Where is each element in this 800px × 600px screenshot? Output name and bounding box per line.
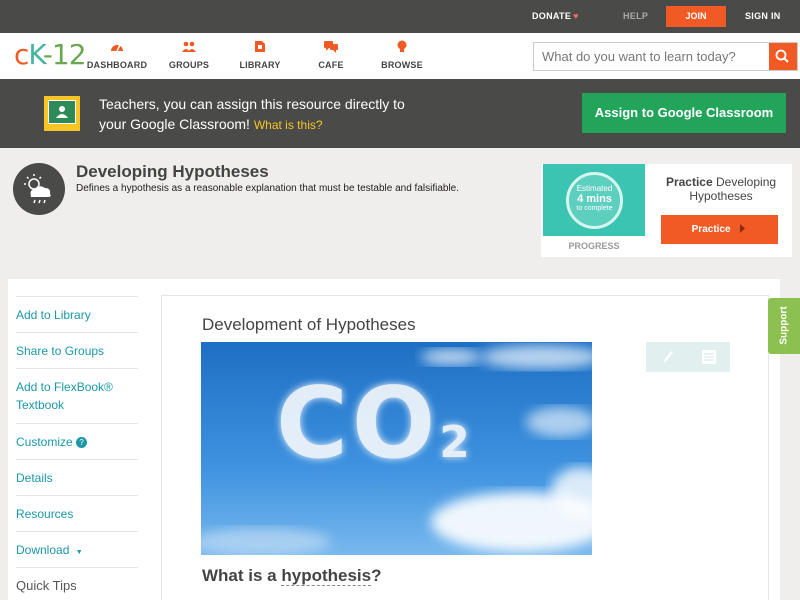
sidebar-item-details[interactable]: Details <box>16 459 138 487</box>
search-icon <box>775 49 789 63</box>
what-is-this-link[interactable]: What is this? <box>254 118 323 132</box>
nav-library[interactable]: LIBRARY <box>225 40 295 70</box>
donate-label: DONATE <box>532 11 572 21</box>
notes-icon <box>702 350 716 364</box>
classroom-message-line1: Teachers, you can assign this resource d… <box>99 96 405 112</box>
help-link[interactable]: HELP <box>623 11 648 21</box>
ck12-logo[interactable]: cK-12 <box>14 38 87 71</box>
notes-tool[interactable] <box>688 342 730 372</box>
search-button[interactable] <box>769 43 797 70</box>
estimated-time-badge: Estimated 4 mins to complete <box>566 172 623 229</box>
logo-c: c <box>14 38 29 71</box>
nav-label: CAFE <box>318 60 344 70</box>
sign-in-link[interactable]: SIGN IN <box>745 11 781 21</box>
sidebar-item-share-to-groups[interactable]: Share to Groups <box>16 332 138 360</box>
concept-title: Developing Hypotheses <box>76 162 269 181</box>
cafe-icon <box>324 41 338 53</box>
heading-pre: What is a <box>202 566 277 585</box>
lesson-title: Development of Hypotheses <box>202 315 416 334</box>
caret-down-icon: ▼ <box>75 549 83 556</box>
practice-progress-image: Estimated 4 mins to complete <box>543 164 645 236</box>
hypothesis-term-link[interactable]: hypothesis <box>281 566 372 586</box>
nav-label: GROUPS <box>168 60 210 70</box>
nav-browse[interactable]: BROWSE <box>367 40 437 70</box>
google-classroom-banner: Teachers, you can assign this resource d… <box>0 79 800 148</box>
main-nav: cK-12 DASHBOARD GROUPS LIBRARY CAFE BROW… <box>0 33 800 79</box>
lesson-tools <box>646 342 730 372</box>
chevron-right-icon <box>740 224 746 233</box>
concept-description: Defines a hypothesis as a reasonable exp… <box>76 183 460 194</box>
annotate-tool[interactable] <box>646 342 688 372</box>
browse-icon <box>397 40 407 52</box>
download-label: Download <box>16 543 70 557</box>
practice-card: Estimated 4 mins to complete PROGRESS Pr… <box>541 164 792 257</box>
logo-k: K <box>28 38 43 71</box>
nav-label: LIBRARY <box>239 60 281 70</box>
classroom-message: Teachers, you can assign this resource d… <box>99 94 405 135</box>
search-box <box>533 42 798 71</box>
co-text: CO <box>276 367 440 481</box>
practice-title: Practice Developing Hypotheses <box>651 175 791 203</box>
subscript-two: 2 <box>439 417 474 468</box>
practice-button-label: Practice <box>691 224 731 235</box>
library-icon <box>255 41 265 52</box>
sidebar-item-add-to-flexbook[interactable]: Add to FlexBook® Textbook <box>16 368 138 414</box>
practice-title-bold: Practice <box>665 175 713 189</box>
sidebar: Add to Library Share to Groups Add to Fl… <box>8 279 150 600</box>
assign-to-google-classroom-button[interactable]: Assign to Google Classroom <box>582 93 786 133</box>
person-icon <box>56 106 68 118</box>
logo-12: -12 <box>42 38 87 71</box>
board-shape <box>48 100 76 124</box>
nav-label: DASHBOARD <box>86 60 148 70</box>
practice-button[interactable]: Practice <box>661 215 778 244</box>
to-complete-label: to complete <box>576 205 613 212</box>
pencil-icon <box>664 351 673 363</box>
support-label: Support <box>778 306 790 345</box>
estimated-mins: 4 mins <box>577 193 612 205</box>
search-input[interactable] <box>534 43 770 70</box>
co2-cloud-text: CO2 <box>276 367 474 481</box>
google-classroom-icon <box>44 96 80 131</box>
nav-label: BROWSE <box>381 60 423 70</box>
help-icon[interactable]: ? <box>76 437 88 448</box>
estimated-label: Estimated <box>576 184 613 193</box>
sidebar-item-customize[interactable]: Customize ? <box>16 423 138 451</box>
sidebar-item-add-to-library[interactable]: Add to Library <box>16 296 138 324</box>
weather-concept-icon <box>13 163 65 215</box>
classroom-message-line2: your Google Classroom! <box>99 116 250 132</box>
customize-label: Customize <box>16 435 73 449</box>
join-button[interactable]: JOIN <box>666 6 726 27</box>
section-heading: What is a hypothesis? <box>202 566 382 586</box>
quick-tips-heading: Quick Tips <box>16 567 138 595</box>
nav-dashboard[interactable]: DASHBOARD <box>82 40 152 70</box>
nav-groups[interactable]: GROUPS <box>154 40 224 70</box>
progress-label: PROGRESS <box>568 241 620 251</box>
donate-link[interactable]: DONATE ♥ <box>532 11 579 21</box>
dashboard-icon <box>111 44 123 52</box>
sidebar-item-download[interactable]: Download ▼ <box>16 531 138 562</box>
nav-cafe[interactable]: CAFE <box>296 40 366 70</box>
co2-clouds-image: CO2 <box>201 342 592 555</box>
cloud-sun-icon <box>24 174 51 204</box>
groups-icon <box>182 41 196 52</box>
sidebar-item-resources[interactable]: Resources <box>16 495 138 523</box>
heart-icon: ♥ <box>573 11 579 21</box>
heading-post: ? <box>371 566 382 585</box>
support-tab[interactable]: Support <box>768 298 800 354</box>
top-utility-bar: DONATE ♥ HELP JOIN SIGN IN <box>0 0 800 33</box>
